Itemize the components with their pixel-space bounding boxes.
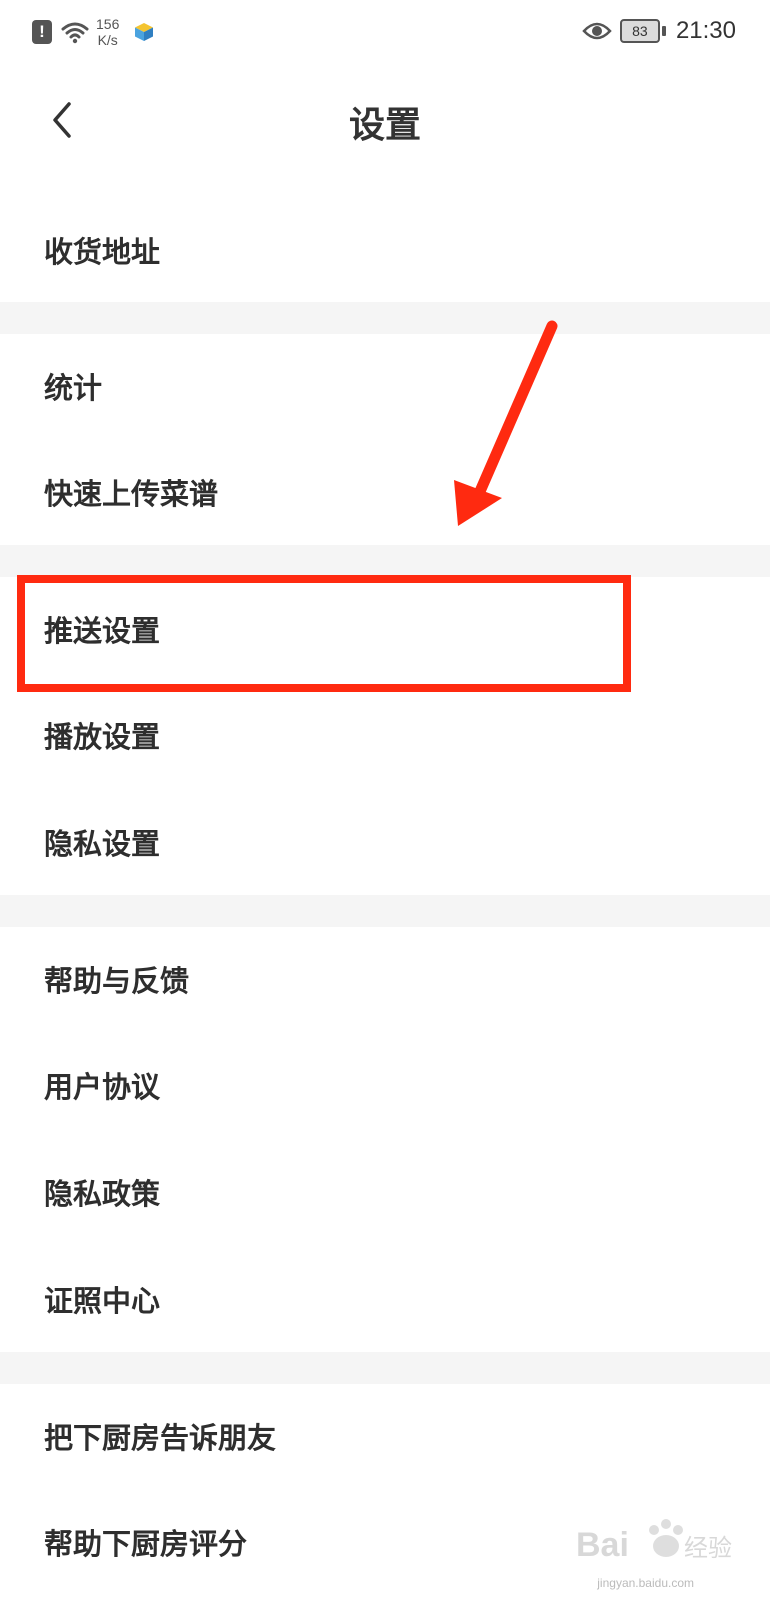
settings-item-license-center[interactable]: 证照中心 xyxy=(0,1245,770,1352)
svg-text:经验: 经验 xyxy=(684,1534,732,1562)
network-speed: 156 K/s xyxy=(96,16,119,48)
status-left: ! 156 K/s xyxy=(32,14,155,50)
settings-group-preferences: 推送设置 播放设置 隐私设置 xyxy=(0,577,770,895)
settings-item-quick-upload-recipe[interactable]: 快速上传菜谱 xyxy=(0,438,770,545)
network-speed-unit: K/s xyxy=(97,32,118,48)
settings-screen: ! 156 K/s 83 21:30 设置 收货地址 统计 快速上传菜谱 推送设… xyxy=(0,0,770,1600)
settings-item-privacy-policy[interactable]: 隐私政策 xyxy=(0,1138,770,1245)
settings-item-statistics[interactable]: 统计 xyxy=(0,334,770,438)
battery-cap xyxy=(661,26,666,36)
status-right: 83 21:30 xyxy=(582,12,736,50)
clock: 21:30 xyxy=(675,17,736,44)
group-separator xyxy=(0,895,770,927)
settings-group-address: 收货地址 xyxy=(0,198,770,302)
settings-group-help: 帮助与反馈 用户协议 隐私政策 证照中心 xyxy=(0,927,770,1352)
settings-item-tell-friends[interactable]: 把下厨房告诉朋友 xyxy=(0,1384,770,1488)
page-title: 设置 xyxy=(348,105,421,146)
svg-text:Bai: Bai xyxy=(576,1526,629,1564)
settings-group-stats: 统计 快速上传菜谱 xyxy=(0,334,770,545)
group-separator xyxy=(0,545,770,577)
baidu-jingyan-watermark: Bai 经验 xyxy=(576,1519,732,1564)
network-speed-value: 156 xyxy=(96,16,120,32)
settings-item-help-feedback[interactable]: 帮助与反馈 xyxy=(0,927,770,1031)
watermark-url: jingyan.baidu.com xyxy=(597,1576,694,1590)
settings-item-shipping-address[interactable]: 收货地址 xyxy=(0,198,770,302)
battery-level: 83 xyxy=(632,23,648,39)
nav-bar: 设置 xyxy=(0,70,770,170)
settings-item-privacy-settings[interactable]: 隐私设置 xyxy=(0,788,770,895)
alert-icon: ! xyxy=(32,20,52,44)
battery-icon: 83 xyxy=(619,19,660,43)
eye-icon xyxy=(582,22,612,40)
group-separator xyxy=(0,302,770,334)
status-bar: ! 156 K/s 83 21:30 xyxy=(0,0,770,62)
settings-item-playback-settings[interactable]: 播放设置 xyxy=(0,681,770,788)
cube-icon xyxy=(135,23,154,41)
settings-item-user-agreement[interactable]: 用户协议 xyxy=(0,1031,770,1138)
group-separator xyxy=(0,1352,770,1384)
settings-item-push-settings[interactable]: 推送设置 xyxy=(0,577,770,681)
settings-list: 收货地址 统计 快速上传菜谱 推送设置 播放设置 隐私设置 帮助与反馈 用户协议… xyxy=(0,198,770,1595)
wifi-icon xyxy=(61,22,89,44)
